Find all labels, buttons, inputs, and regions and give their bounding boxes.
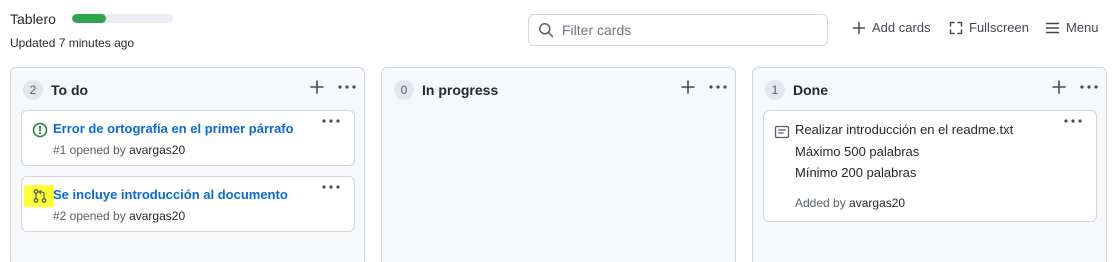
fullscreen-button[interactable]: Fullscreen <box>949 20 1029 35</box>
column-actions <box>310 80 356 94</box>
column-title: Done <box>793 82 828 98</box>
column-to-do: 2 To do Error de ortografía en el primer… <box>10 67 365 262</box>
menu-label: Menu <box>1066 20 1099 35</box>
add-card-plus-icon[interactable] <box>1052 80 1066 94</box>
column-actions <box>681 80 727 94</box>
note-meta: Added by avargas20 <box>795 196 905 210</box>
card-author-link[interactable]: avargas20 <box>129 143 185 157</box>
filter-cards-box[interactable] <box>528 14 828 46</box>
column-count-badge: 1 <box>765 80 785 100</box>
filter-cards-input[interactable] <box>562 22 827 38</box>
card-author-link[interactable]: avargas20 <box>129 209 185 223</box>
column-more-icon[interactable] <box>709 85 727 89</box>
add-cards-label: Add cards <box>872 20 931 35</box>
column-count-badge: 0 <box>394 80 414 100</box>
card-meta-prefix: #2 opened by <box>53 209 130 223</box>
card-title-link[interactable]: Se incluye introducción al documento <box>53 187 288 202</box>
project-board: Tablero Updated 7 minutes ago Add cards … <box>0 0 1115 262</box>
card-more-icon[interactable] <box>322 119 340 123</box>
plus-icon <box>852 21 866 34</box>
column-header: 0 In progress <box>382 78 735 102</box>
board-title[interactable]: Tablero <box>10 11 56 27</box>
pull-request-icon <box>32 188 48 204</box>
column-header: 2 To do <box>11 78 364 102</box>
column-title: To do <box>51 82 89 98</box>
issue-open-icon <box>32 122 48 138</box>
search-icon <box>538 22 554 38</box>
pull-request-card[interactable]: Se incluye introducción al documento #2 … <box>21 176 355 232</box>
card-meta-prefix: #1 opened by <box>53 143 130 157</box>
column-more-icon[interactable] <box>338 85 356 89</box>
fullscreen-label: Fullscreen <box>969 20 1029 35</box>
issue-card[interactable]: Error de ortografía en el primer párrafo… <box>21 110 355 166</box>
column-count-badge: 2 <box>23 80 43 100</box>
card-meta: #2 opened by avargas20 <box>53 209 185 223</box>
note-line: Máximo 500 palabras <box>795 144 920 159</box>
card-title-link[interactable]: Error de ortografía en el primer párrafo <box>53 121 294 136</box>
progress-bar <box>72 14 173 23</box>
note-title: Realizar introducción en el readme.txt <box>795 122 1014 137</box>
note-meta-prefix: Added by <box>795 196 850 210</box>
note-icon <box>774 124 790 140</box>
add-cards-button[interactable]: Add cards <box>852 20 931 35</box>
card-more-icon[interactable] <box>322 185 340 189</box>
column-done: 1 Done Realizar introducción en el readm… <box>752 67 1107 262</box>
updated-timestamp: Updated 7 minutes ago <box>10 36 135 50</box>
note-line: Mínimo 200 palabras <box>795 165 917 180</box>
note-author-link[interactable]: avargas20 <box>849 196 905 210</box>
column-in-progress: 0 In progress <box>381 67 736 262</box>
column-more-icon[interactable] <box>1080 85 1098 89</box>
column-title: In progress <box>422 82 499 98</box>
menu-button[interactable]: Menu <box>1045 20 1099 35</box>
progress-bar-fill <box>72 14 107 23</box>
column-header: 1 Done <box>753 78 1106 102</box>
add-card-plus-icon[interactable] <box>310 80 324 94</box>
add-card-plus-icon[interactable] <box>681 80 695 94</box>
fullscreen-icon <box>949 21 963 34</box>
column-actions <box>1052 80 1098 94</box>
card-more-icon[interactable] <box>1064 119 1082 123</box>
card-meta: #1 opened by avargas20 <box>53 143 185 157</box>
note-card[interactable]: Realizar introducción en el readme.txt M… <box>763 110 1097 222</box>
hamburger-icon <box>1045 22 1060 33</box>
